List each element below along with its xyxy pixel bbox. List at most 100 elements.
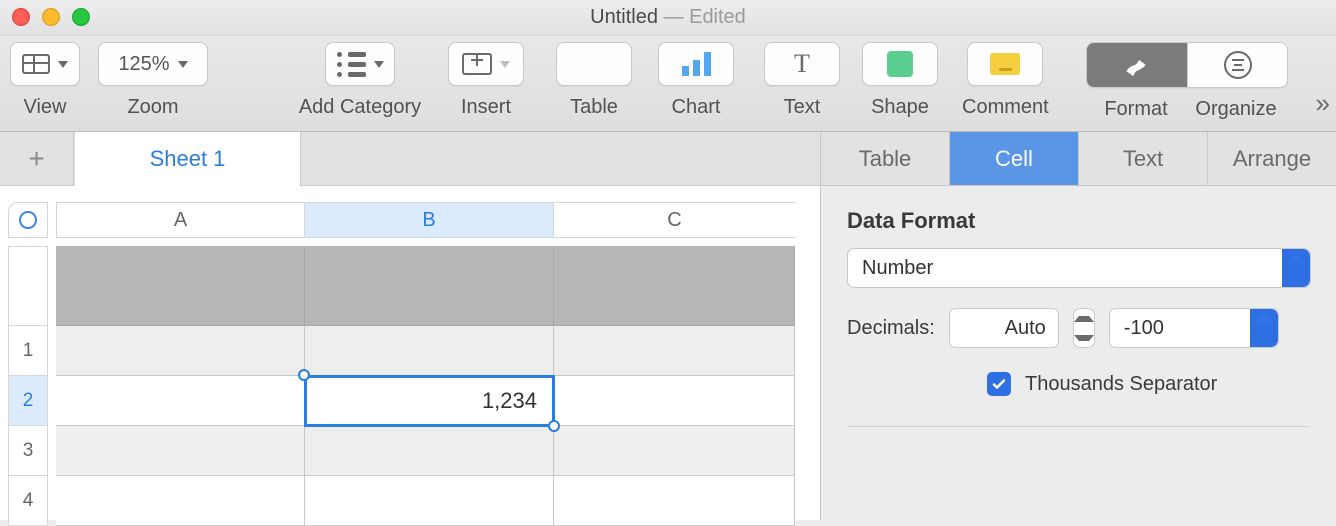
column-header-b[interactable]: B — [305, 202, 554, 238]
sheet-tab-label: Sheet 1 — [150, 146, 226, 172]
insert-button[interactable] — [448, 42, 524, 86]
cell[interactable] — [554, 376, 795, 426]
organize-button[interactable] — [1187, 43, 1287, 87]
table-corner-handle[interactable] — [8, 202, 48, 238]
data-format-value: Number — [862, 257, 933, 280]
cell[interactable] — [554, 426, 795, 476]
table-label: Table — [556, 96, 632, 119]
negative-format-select[interactable]: -100 — [1109, 308, 1279, 348]
chevron-down-icon — [500, 61, 510, 68]
data-format-title: Data Format — [847, 208, 1310, 234]
insert-label: Insert — [448, 96, 524, 119]
insert-icon — [462, 53, 492, 75]
data-format-select[interactable]: Number — [847, 248, 1311, 288]
titlebar: Untitled — Edited — [0, 0, 1336, 36]
cell[interactable] — [305, 426, 554, 476]
updown-icon — [1250, 309, 1278, 347]
decimals-field[interactable]: Auto — [949, 308, 1059, 348]
column-header-c[interactable]: C — [554, 202, 795, 238]
updown-icon — [1282, 249, 1310, 287]
view-button[interactable] — [10, 42, 80, 86]
row-headers: 1 2 3 4 — [8, 246, 48, 526]
selection-handle-icon[interactable] — [298, 369, 310, 381]
shape-button[interactable] — [862, 42, 938, 86]
add-category-button[interactable] — [325, 42, 395, 86]
divider — [847, 426, 1310, 427]
comment-button[interactable] — [967, 42, 1043, 86]
decimals-stepper[interactable] — [1073, 308, 1095, 348]
organize-icon — [1224, 51, 1252, 79]
format-button[interactable] — [1087, 43, 1187, 87]
row-header-1[interactable]: 1 — [8, 326, 48, 376]
add-sheet-button[interactable]: + — [0, 132, 74, 186]
selected-cell-b2[interactable]: 1,234 — [305, 376, 554, 426]
cells: 1,234 — [56, 246, 795, 526]
row-label: 1 — [23, 340, 34, 362]
decimals-label: Decimals: — [847, 317, 935, 340]
doc-edited: — Edited — [658, 6, 746, 28]
column-label: C — [667, 209, 681, 232]
doc-title: Untitled — [590, 6, 658, 28]
row-label: 2 — [23, 390, 34, 412]
cell[interactable] — [305, 326, 554, 376]
cell[interactable] — [56, 326, 305, 376]
decimals-value: Auto — [1005, 317, 1046, 340]
zoom-label: Zoom — [98, 96, 208, 119]
tab-text[interactable]: Text — [1079, 132, 1208, 185]
cell[interactable] — [305, 246, 554, 326]
table-icon — [579, 52, 609, 76]
cell[interactable] — [56, 376, 305, 426]
organize-label: Organize — [1186, 98, 1286, 121]
row-header-3[interactable]: 3 — [8, 426, 48, 476]
list-icon — [337, 52, 366, 77]
cell-value: 1,234 — [482, 388, 537, 414]
chevron-down-icon — [58, 61, 68, 68]
column-label: A — [174, 209, 187, 232]
column-header-a[interactable]: A — [56, 202, 305, 238]
row-header-4[interactable]: 4 — [8, 476, 48, 526]
selection-handle-icon[interactable] — [548, 420, 560, 432]
cell[interactable] — [56, 426, 305, 476]
row-header-2[interactable]: 2 — [8, 376, 48, 426]
text-button[interactable]: T — [764, 42, 840, 86]
view-icon — [22, 54, 50, 74]
text-label: Text — [764, 96, 840, 119]
table-button[interactable] — [556, 42, 632, 86]
zoom-button[interactable]: 125% — [98, 42, 208, 86]
tab-label: Table — [859, 146, 912, 172]
cell[interactable] — [56, 476, 305, 526]
toolbar: View 125% Zoom Add Category Insert — [0, 36, 1336, 132]
sheet-tab-1[interactable]: Sheet 1 — [75, 132, 301, 186]
row-label: 4 — [23, 490, 34, 512]
brush-icon — [1123, 51, 1151, 79]
circle-icon — [19, 211, 37, 229]
check-icon — [991, 376, 1007, 392]
cell[interactable] — [554, 476, 795, 526]
chevron-down-icon — [178, 61, 188, 68]
cell[interactable] — [305, 476, 554, 526]
tab-arrange[interactable]: Arrange — [1208, 132, 1336, 185]
stepper-up-icon — [1074, 309, 1094, 328]
row-header-0[interactable] — [8, 246, 48, 326]
tab-label: Text — [1123, 146, 1163, 172]
cell[interactable] — [554, 246, 795, 326]
cell[interactable] — [56, 246, 305, 326]
comment-icon — [990, 53, 1020, 75]
toolbar-overflow-icon[interactable]: » — [1316, 88, 1330, 119]
tab-table[interactable]: Table — [821, 132, 950, 185]
chart-icon — [682, 52, 711, 76]
tab-label: Arrange — [1233, 146, 1311, 172]
format-label: Format — [1086, 98, 1186, 121]
chevron-down-icon — [374, 61, 384, 68]
tab-label: Cell — [995, 146, 1033, 172]
chart-button[interactable] — [658, 42, 734, 86]
spreadsheet: A B C 1 2 3 4 1,234 — [0, 186, 820, 520]
comment-label: Comment — [962, 96, 1049, 119]
thousands-label: Thousands Separator — [1025, 373, 1217, 396]
cell[interactable] — [554, 326, 795, 376]
inspector-body: Data Format Number Decimals: Auto -100 — [821, 186, 1336, 449]
tab-cell[interactable]: Cell — [950, 132, 1079, 185]
thousands-checkbox[interactable] — [987, 372, 1011, 396]
sheet-tab-bar: + Sheet 1 — [0, 132, 820, 186]
window-title: Untitled — Edited — [0, 6, 1336, 29]
